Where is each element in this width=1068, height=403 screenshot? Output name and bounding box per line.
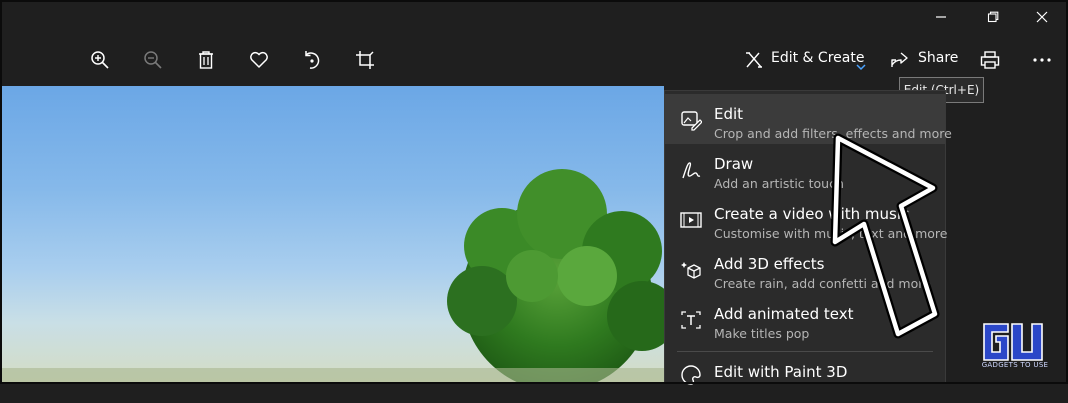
window-frame (0, 0, 1068, 384)
